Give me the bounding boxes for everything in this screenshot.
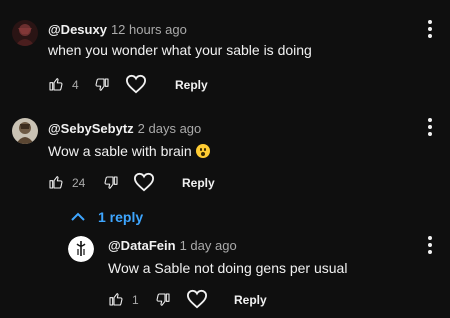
dislike-icon[interactable] (155, 292, 171, 313)
astonished-face-emoji (195, 144, 210, 158)
like-icon[interactable] (108, 291, 124, 312)
author-handle[interactable]: @DataFein (108, 238, 176, 253)
comment-text: Wow a sable with brain (48, 143, 210, 159)
avatar-image (68, 236, 94, 262)
comment-author[interactable]: @DataFein 1 day ago (108, 238, 237, 253)
comment-timestamp[interactable]: 12 hours ago (111, 22, 187, 37)
comment-timestamp[interactable]: 2 days ago (138, 121, 202, 136)
heart-icon[interactable] (133, 172, 155, 197)
author-handle[interactable]: @SebySebytz (48, 121, 134, 136)
like-icon[interactable] (48, 76, 64, 97)
avatar[interactable] (12, 118, 38, 144)
comment-author[interactable]: @SebySebytz 2 days ago (48, 121, 201, 136)
avatar-image (12, 20, 38, 46)
comment-thread-1: @Desuxy 12 hours ago when you wonder what… (0, 0, 450, 100)
avatar[interactable] (68, 236, 94, 262)
heart-icon[interactable] (186, 289, 208, 314)
avatar-image (12, 118, 38, 144)
author-handle[interactable]: @Desuxy (48, 22, 107, 37)
reply-comment: @DataFein 1 day ago Wow a Sable not doing… (0, 228, 450, 318)
like-icon[interactable] (48, 174, 64, 195)
comment-text: Wow a Sable not doing gens per usual (108, 260, 348, 276)
comment-author[interactable]: @Desuxy 12 hours ago (48, 22, 187, 37)
comment-menu-button[interactable] (422, 234, 438, 256)
reply-button[interactable]: Reply (234, 293, 267, 307)
like-count: 1 (132, 293, 139, 307)
like-count: 24 (72, 176, 86, 190)
reply-button[interactable]: Reply (175, 78, 208, 92)
replies-count-label: 1 reply (98, 209, 144, 225)
dislike-icon[interactable] (103, 175, 119, 196)
reply-button[interactable]: Reply (182, 176, 215, 190)
comment-timestamp[interactable]: 1 day ago (180, 238, 237, 253)
like-count: 4 (72, 78, 79, 92)
dislike-icon[interactable] (94, 77, 110, 98)
avatar[interactable] (12, 20, 38, 46)
comment-menu-button[interactable] (422, 116, 438, 138)
comment-text-content: Wow a sable with brain (48, 143, 192, 159)
comment-menu-button[interactable] (422, 18, 438, 40)
heart-icon[interactable] (125, 74, 147, 99)
chevron-up-icon (71, 212, 85, 221)
comment-text: when you wonder what your sable is doing (48, 42, 312, 58)
